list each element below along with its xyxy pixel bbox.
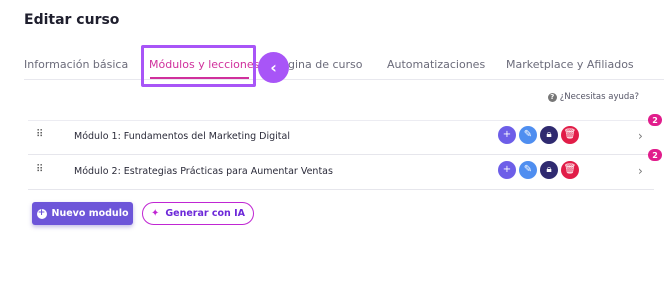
edit-icon: ✎: [523, 164, 533, 175]
edit-module-button[interactable]: ✎: [519, 126, 537, 144]
trash-icon: 🗑︎: [563, 164, 577, 175]
module-title[interactable]: Módulo 2: Estrategias Prácticas para Aum…: [74, 166, 333, 177]
tab-pagina-de-curso[interactable]: gina de curso: [288, 58, 363, 71]
tab-highlight-box: [141, 45, 256, 87]
add-lesson-button[interactable]: +: [498, 161, 516, 179]
drag-handle-icon[interactable]: ⠿: [36, 165, 43, 175]
delete-module-button[interactable]: 🗑︎: [561, 126, 579, 144]
help-label: ¿Necesitas ayuda?: [559, 92, 639, 102]
edit-icon: ✎: [523, 129, 533, 140]
trash-icon: 🗑︎: [563, 129, 577, 140]
chevron-right-icon[interactable]: ›: [638, 164, 643, 178]
lock-icon: 🔒︎: [546, 129, 552, 140]
delete-module-button[interactable]: 🗑︎: [561, 161, 579, 179]
module-row[interactable]: ⠿ Módulo 1: Fundamentos del Marketing Di…: [28, 120, 654, 155]
module-title[interactable]: Módulo 1: Fundamentos del Marketing Digi…: [74, 131, 290, 142]
new-module-button[interactable]: + Nuevo modulo: [32, 202, 133, 225]
add-icon: +: [502, 129, 512, 140]
tab-marketplace-y-afiliados[interactable]: Marketplace y Afiliados: [506, 58, 634, 71]
question-circle-icon: ?: [547, 92, 557, 102]
plus-circle-icon: +: [36, 208, 47, 219]
magic-wand-icon: ✦: [150, 208, 160, 219]
lesson-count-badge: 2: [648, 114, 662, 126]
lock-module-button[interactable]: 🔒︎: [540, 126, 558, 144]
new-module-label: Nuevo modulo: [51, 208, 129, 219]
tab-informacion-basica[interactable]: Información básica: [24, 58, 128, 71]
lesson-count-badge: 2: [648, 149, 662, 161]
tab-bar: Información básica Módulos y lecciones g…: [24, 58, 664, 80]
generate-ai-button[interactable]: ✦ Generar con IA: [142, 202, 254, 225]
generate-ai-label: Generar con IA: [165, 208, 246, 219]
module-actions: + ✎ 🔒︎ 🗑︎: [498, 126, 579, 144]
add-lesson-button[interactable]: +: [498, 126, 516, 144]
tabs-divider: [24, 79, 664, 80]
add-icon: +: [502, 164, 512, 175]
edit-module-button[interactable]: ✎: [519, 161, 537, 179]
lock-module-button[interactable]: 🔒︎: [540, 161, 558, 179]
help-link[interactable]: ? ¿Necesitas ayuda?: [547, 92, 639, 102]
tab-automatizaciones[interactable]: Automatizaciones: [387, 58, 485, 71]
lock-icon: 🔒︎: [546, 164, 552, 175]
chevron-right-icon[interactable]: ›: [638, 129, 643, 143]
module-row[interactable]: ⠿ Módulo 2: Estrategias Prácticas para A…: [28, 155, 654, 190]
drag-handle-icon[interactable]: ⠿: [36, 130, 43, 140]
chevron-left-icon: ‹: [258, 52, 289, 83]
page-title: Editar curso: [24, 12, 120, 28]
module-actions: + ✎ 🔒︎ 🗑︎: [498, 161, 579, 179]
